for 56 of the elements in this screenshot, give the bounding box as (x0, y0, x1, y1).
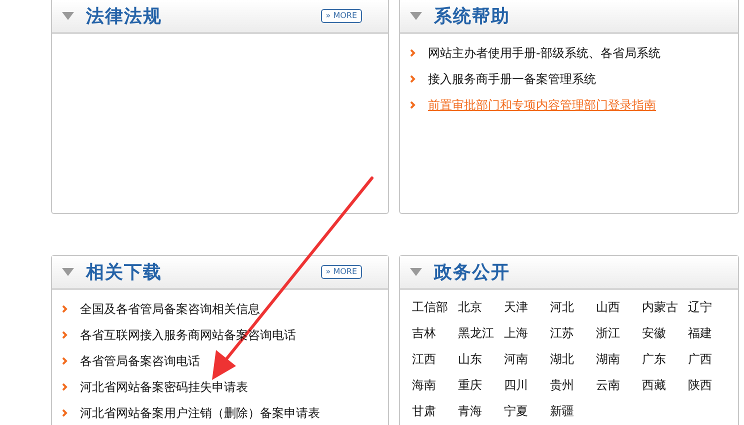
region-link[interactable]: 山东 (458, 346, 504, 372)
region-link[interactable]: 吉林 (412, 320, 458, 346)
list-link[interactable]: 接入服务商手册一备案管理系统 (428, 70, 596, 88)
region-link[interactable]: 上海 (504, 320, 550, 346)
chevron-icon (62, 383, 68, 391)
region-link[interactable]: 宁夏 (504, 398, 550, 424)
chevron-icon (62, 305, 68, 313)
region-link[interactable]: 黑龙江 (458, 320, 504, 346)
region-link[interactable]: 江西 (412, 346, 458, 372)
triangle-icon (62, 268, 74, 276)
triangle-icon (62, 12, 74, 20)
region-link[interactable]: 工信部 (412, 294, 458, 320)
region-link[interactable]: 天津 (504, 294, 550, 320)
triangle-icon (410, 268, 422, 276)
region-link[interactable]: 重庆 (458, 372, 504, 398)
region-link[interactable]: 广东 (642, 346, 688, 372)
list-link[interactable]: 网站主办者使用手册-部级系统、各省局系统 (428, 44, 660, 62)
region-link[interactable]: 河北 (550, 294, 596, 320)
region-link[interactable]: 云南 (596, 372, 642, 398)
region-link[interactable]: 安徽 (642, 320, 688, 346)
region-link[interactable]: 四川 (504, 372, 550, 398)
triangle-icon (410, 12, 422, 20)
region-link[interactable]: 浙江 (596, 320, 642, 346)
region-link[interactable]: 西藏 (642, 372, 688, 398)
region-link[interactable]: 贵州 (550, 372, 596, 398)
region-link[interactable]: 山西 (596, 294, 642, 320)
panel-title: 法律法规 (86, 4, 162, 28)
region-link[interactable]: 海南 (412, 372, 458, 398)
chevron-icon (62, 331, 68, 339)
list-link[interactable]: 各省管局备案咨询电话 (80, 352, 200, 370)
panel-title: 政务公开 (434, 260, 510, 284)
region-link[interactable]: 北京 (458, 294, 504, 320)
list-link[interactable]: 河北省网站备案密码挂失申请表 (80, 378, 248, 396)
region-link[interactable]: 湖北 (550, 346, 596, 372)
chevron-icon (410, 75, 416, 83)
more-button[interactable]: » MORE (320, 265, 362, 279)
region-link[interactable]: 福建 (688, 320, 734, 346)
panel-title: 相关下载 (86, 260, 162, 284)
region-link[interactable]: 新疆 (550, 398, 596, 424)
region-link[interactable]: 广西 (688, 346, 734, 372)
more-button[interactable]: » MORE (320, 9, 362, 23)
chevron-icon (410, 101, 416, 109)
region-link[interactable]: 江苏 (550, 320, 596, 346)
panel-title: 系统帮助 (434, 4, 510, 28)
list-link[interactable]: 河北省网站备案用户注销（删除）备案申请表 (80, 404, 320, 422)
region-link[interactable]: 青海 (458, 398, 504, 424)
region-link[interactable]: 内蒙古 (642, 294, 688, 320)
region-link[interactable]: 湖南 (596, 346, 642, 372)
list-link[interactable]: 全国及各省管局备案咨询相关信息 (80, 300, 260, 318)
region-link[interactable]: 陕西 (688, 372, 734, 398)
region-link[interactable]: 辽宁 (688, 294, 734, 320)
region-link[interactable]: 河南 (504, 346, 550, 372)
region-link[interactable]: 甘肃 (412, 398, 458, 424)
chevron-icon (62, 357, 68, 365)
chevron-icon (410, 49, 416, 57)
chevron-icon (62, 409, 68, 417)
